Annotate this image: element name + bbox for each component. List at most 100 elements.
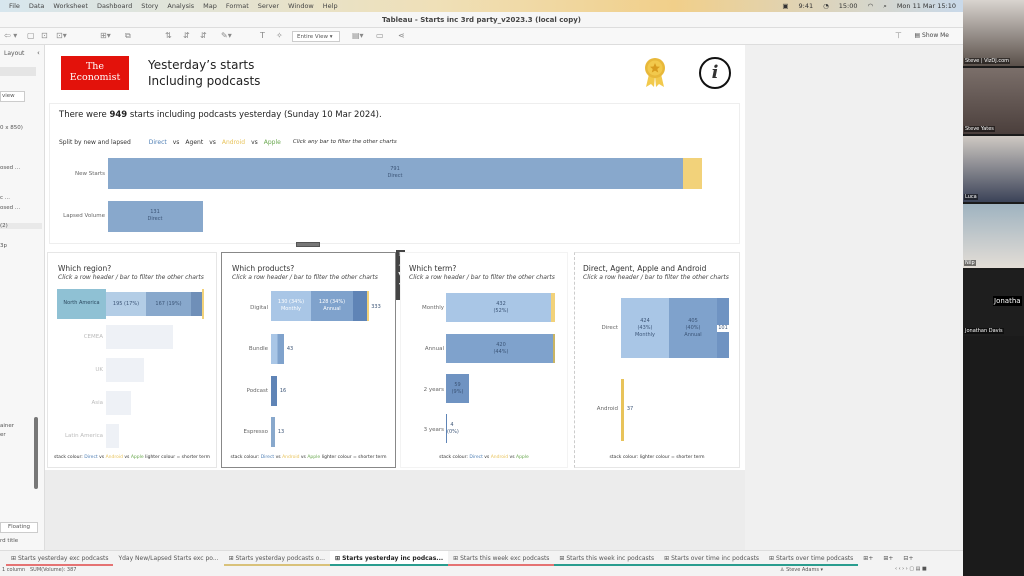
menu-server[interactable]: Server [258, 2, 279, 10]
new-worksheet-icon[interactable]: ⊞▾ [100, 31, 111, 40]
row-label-annual[interactable]: Annual [401, 346, 444, 352]
calendar-icon[interactable]: ▣ [782, 2, 788, 10]
row-label-podcast[interactable]: Podcast [222, 388, 268, 394]
info-icon[interactable]: i [699, 57, 731, 89]
sort-asc-icon[interactable]: ⇵ [183, 31, 190, 40]
wifi-icon[interactable]: ◠ [868, 2, 874, 10]
row-label-asia[interactable]: Asia [48, 400, 103, 406]
user-menu[interactable]: ♙ Steve Adams ▾ [780, 567, 823, 573]
item-tree-4[interactable]: (2) [0, 223, 42, 229]
item-tree-2[interactable]: c ... [0, 195, 10, 201]
bar-espresso[interactable] [271, 417, 275, 447]
tab-starts-yesterday-podcasts[interactable]: ⊞ Starts yesterday podcasts o... [223, 551, 330, 566]
row-label-direct[interactable]: Direct [575, 325, 618, 331]
swap-icon[interactable]: ⇅ [165, 31, 172, 40]
tab-starts-over-time-inc-podcasts[interactable]: ⊞ Starts over time inc podcasts [659, 551, 765, 566]
container-drag-handle[interactable] [296, 242, 320, 247]
layout-tab[interactable]: Layout [4, 50, 24, 57]
bar-na-android[interactable] [202, 289, 204, 319]
collapse-icon[interactable]: ‹ [37, 49, 40, 57]
menu-format[interactable]: Format [226, 2, 249, 10]
new-story-icon[interactable]: ⊟+ [898, 551, 918, 566]
item-hierarchy-2[interactable]: er [0, 432, 6, 438]
highlight-icon[interactable]: ✎▾ [221, 31, 232, 40]
new-worksheet-icon[interactable]: ⊞+ [858, 551, 878, 566]
row-label-uk[interactable]: UK [48, 367, 103, 373]
row-label-bundle[interactable]: Bundle [222, 346, 268, 352]
bar-bundle[interactable] [271, 334, 284, 364]
menu-file[interactable]: File [9, 2, 20, 10]
item-hierarchy-1[interactable]: ainer [0, 423, 14, 429]
tab-yday-new-lapsed[interactable]: Yday New/Lapsed Starts exc po... [113, 551, 223, 566]
sheet-nav-icons[interactable]: ‹ ‹ › › ▢ ▤ ■ [895, 566, 927, 572]
products-panel[interactable]: Which products? Click a row header / bar… [221, 252, 396, 468]
row-label-android[interactable]: Android [575, 406, 618, 412]
size-dropdown[interactable]: 0 x 850) [0, 125, 23, 131]
sort-desc-icon[interactable]: ⇵ [200, 31, 207, 40]
new-datasource-icon[interactable]: ⊡ [41, 31, 48, 40]
bar-annual-android[interactable] [553, 334, 555, 363]
pin-board-icon[interactable]: ⊤ [895, 31, 902, 40]
row-label-2-years[interactable]: 2 years [401, 387, 444, 393]
device-preview-bar[interactable] [0, 67, 36, 76]
tab-starts-over-time-podcasts[interactable]: ⊞ Starts over time podcasts [764, 551, 859, 566]
menu-story[interactable]: Story [141, 2, 158, 10]
item-tree-5[interactable]: 3p [0, 243, 7, 249]
new-dashboard-icon[interactable]: ⊞+ [878, 551, 898, 566]
show-me-button[interactable]: ▤ Show Me [914, 32, 949, 39]
timer-icon[interactable]: ◔ [823, 2, 829, 10]
bar-latin-america[interactable] [106, 424, 119, 448]
bar-monthly-android[interactable] [551, 293, 555, 322]
video-tile[interactable]: Steve Yates [963, 68, 1024, 134]
row-label-cemea[interactable]: CEMEA [48, 334, 103, 340]
timer-time[interactable]: 15:00 [839, 2, 858, 10]
tab-starts-yesterday-inc-podcasts[interactable]: ⊞ Starts yesterday inc podcas... [329, 551, 449, 566]
bar-digital-android[interactable] [367, 291, 369, 321]
row-label-lapsed[interactable]: Lapsed Volume [50, 213, 105, 219]
item-tree-1[interactable]: osed ... [0, 165, 20, 171]
save-icon[interactable]: ▢ [27, 31, 35, 40]
calendar-time[interactable]: 9:41 [799, 2, 814, 10]
pin-icon[interactable]: ✧ [276, 31, 283, 40]
menu-data[interactable]: Data [29, 2, 45, 10]
share-icon[interactable]: ⋖ [398, 31, 405, 40]
presentation-icon[interactable]: ▭ [376, 31, 384, 40]
duplicate-icon[interactable]: ⧉ [125, 31, 131, 41]
row-label-monthly[interactable]: Monthly [401, 305, 444, 311]
show-cards-icon[interactable]: ▤▾ [352, 31, 364, 40]
floating-button[interactable]: Floating [0, 522, 38, 533]
video-tile[interactable]: Luca [963, 136, 1024, 202]
menu-worksheet[interactable]: Worksheet [53, 2, 88, 10]
menu-dashboard[interactable]: Dashboard [97, 2, 132, 10]
datasource-icon[interactable]: ⊡▾ [56, 31, 67, 40]
fit-dropdown[interactable]: Entire View ▾ [292, 31, 340, 42]
menu-window[interactable]: Window [288, 2, 314, 10]
row-label-latin-america[interactable]: Latin America [48, 433, 103, 439]
row-label-3-years[interactable]: 3 years [401, 427, 444, 433]
undo-icon[interactable]: ⇦ ▾ [4, 31, 17, 40]
tab-starts-yesterday-exc-podcasts[interactable]: ⊞ Starts yesterday exc podcasts [6, 551, 114, 566]
device-preview-button[interactable]: view [0, 91, 25, 102]
tab-starts-this-week-inc-podcasts[interactable]: ⊞ Starts this week inc podcasts [554, 551, 660, 566]
bar-na-other[interactable] [191, 292, 202, 316]
video-tile[interactable]: Nilp [963, 204, 1024, 268]
video-tile[interactable]: Jonatha Jonathan Davis [963, 270, 1024, 336]
bar-android[interactable] [621, 379, 624, 441]
scrollbar[interactable] [34, 417, 38, 489]
clock-datetime[interactable]: Mon 11 Mar 15:10 [897, 2, 956, 10]
item-tree-3[interactable]: osed ... [0, 205, 20, 211]
bar-digital-other[interactable] [353, 291, 367, 321]
row-label-digital[interactable]: Digital [222, 305, 268, 311]
video-tile[interactable]: Steve | VizDJ.com [963, 0, 1024, 66]
bar-podcast[interactable] [271, 376, 277, 406]
bar-cemea[interactable] [106, 325, 173, 349]
menu-help[interactable]: Help [323, 2, 338, 10]
bar-new-starts-android[interactable] [683, 158, 702, 189]
search-icon[interactable]: ⌕ [883, 2, 887, 11]
tab-starts-this-week-exc-podcasts[interactable]: ⊞ Starts this week exc podcasts [448, 551, 555, 566]
bar-uk[interactable] [106, 358, 144, 382]
labels-icon[interactable]: T [260, 31, 265, 40]
row-label-north-america[interactable]: North America [57, 300, 106, 307]
show-title-option[interactable]: rd title [0, 538, 18, 544]
menu-analysis[interactable]: Analysis [167, 2, 194, 10]
